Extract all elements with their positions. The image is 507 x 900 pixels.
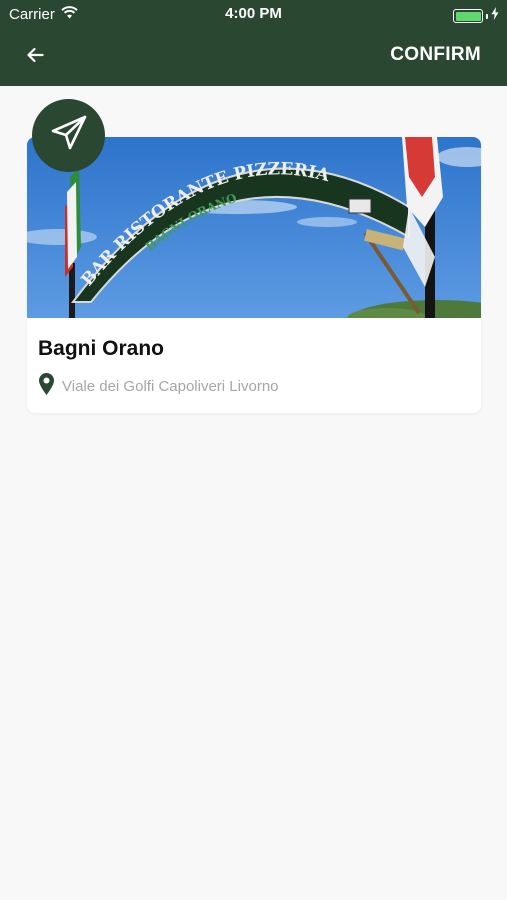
charging-bolt-icon xyxy=(491,7,499,25)
battery-tip xyxy=(486,13,488,19)
navigation-bar: CONFIRM xyxy=(0,28,507,86)
place-photo: BAR RISTORANTE PIZZERIA BAGNI ORANO xyxy=(27,137,481,318)
back-button[interactable] xyxy=(18,40,52,74)
paper-plane-icon xyxy=(50,115,88,156)
battery-icon xyxy=(453,9,483,23)
app-screen: Carrier 4:00 PM CONFIRM BAR RISTORANTE P… xyxy=(0,0,507,900)
send-location-button[interactable] xyxy=(32,99,105,172)
place-address: Viale dei Golfi Capoliveri Livorno xyxy=(62,378,279,395)
place-card[interactable]: BAR RISTORANTE PIZZERIA BAGNI ORANO Bagn… xyxy=(27,137,481,413)
address-row: Viale dei Golfi Capoliveri Livorno xyxy=(38,372,279,401)
arrow-left-icon xyxy=(26,47,44,68)
battery-fill xyxy=(455,11,481,21)
place-title: Bagni Orano xyxy=(38,337,165,360)
status-time: 4:00 PM xyxy=(225,5,282,22)
map-pin-icon xyxy=(38,372,55,401)
status-right xyxy=(453,7,499,25)
confirm-button[interactable]: CONFIRM xyxy=(390,44,481,66)
status-bar: Carrier 4:00 PM xyxy=(0,0,507,28)
